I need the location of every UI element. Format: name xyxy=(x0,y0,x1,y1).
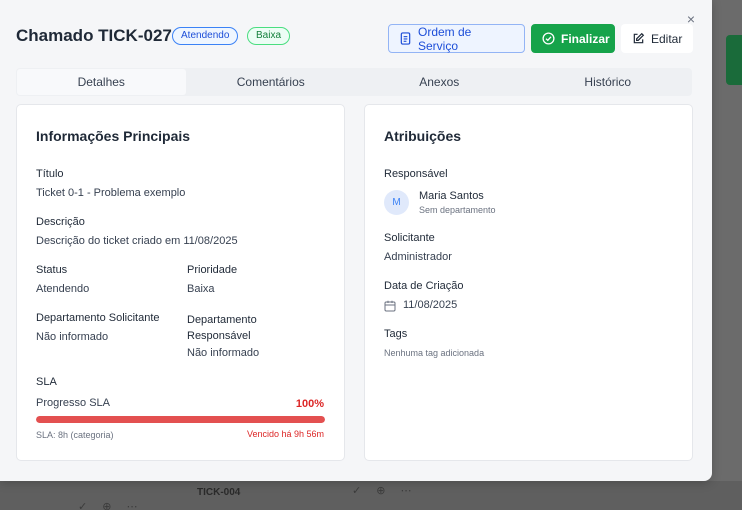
description-value: Descrição do ticket criado em 11/08/2025 xyxy=(36,235,238,247)
sla-category: SLA: 8h (categoria) xyxy=(36,430,114,440)
edit-label: Editar xyxy=(651,31,683,46)
service-order-button[interactable]: Ordem de Serviço xyxy=(388,24,525,53)
check-circle-icon xyxy=(542,32,555,45)
title-value: Ticket 0-1 - Problema exemplo xyxy=(36,187,186,199)
calendar-icon xyxy=(384,300,396,312)
sla-progress-label: Progresso SLA xyxy=(36,397,110,409)
background-row-actions: ✓ ⊕ ⋯ xyxy=(352,485,418,497)
priority-label: Prioridade xyxy=(187,264,238,276)
sla-progress-percent: 100% xyxy=(295,398,324,410)
priority-badge: Baixa xyxy=(247,27,291,45)
priority-value: Baixa xyxy=(187,283,215,295)
created-date-value: 11/08/2025 xyxy=(403,299,458,311)
created-date-label: Data de Criação xyxy=(384,280,464,292)
document-icon xyxy=(400,32,411,45)
requester-value: Administrador xyxy=(384,251,452,263)
edit-button[interactable]: Editar xyxy=(621,24,693,53)
responsible-name: Maria Santos xyxy=(419,190,484,202)
requesting-dept-value: Não informado xyxy=(36,331,109,343)
status-badge: Atendendo xyxy=(172,27,239,45)
tab-attachments[interactable]: Anexos xyxy=(355,68,524,96)
assignments-heading: Atribuições xyxy=(384,128,462,144)
background-row-actions-2: ✓ ⊕ ⋯ xyxy=(78,501,144,510)
tags-empty-text: Nenhuma tag adicionada xyxy=(384,348,485,358)
finish-button[interactable]: Finalizar xyxy=(531,24,615,53)
service-order-label: Ordem de Serviço xyxy=(418,24,472,53)
responsible-dept-label: Departamento Responsável xyxy=(187,314,257,342)
sla-progress-fill xyxy=(36,416,325,423)
tags-label: Tags xyxy=(384,328,408,340)
sla-overdue: Vencido há 9h 56m xyxy=(246,429,324,439)
modal-title: Chamado TICK-027 xyxy=(16,26,172,45)
tab-history[interactable]: Histórico xyxy=(524,68,693,96)
main-info-heading: Informações Principais xyxy=(36,128,191,144)
status-label: Status xyxy=(36,264,68,276)
responsible-department: Sem departamento xyxy=(419,205,496,215)
assignments-card: Atribuições Responsável M Maria Santos S… xyxy=(364,104,693,461)
sla-label: SLA xyxy=(36,376,57,388)
tab-comments[interactable]: Comentários xyxy=(187,68,356,96)
tab-bar: Detalhes Comentários Anexos Histórico xyxy=(16,68,692,96)
responsible-label: Responsável xyxy=(384,168,448,180)
requester-label: Solicitante xyxy=(384,232,435,244)
main-info-card: Informações Principais Título Ticket 0-1… xyxy=(16,104,345,461)
background-button xyxy=(726,35,742,85)
status-value: Atendendo xyxy=(36,283,90,295)
finish-label: Finalizar xyxy=(561,31,610,46)
ticket-modal: × Chamado TICK-027 Atendendo Baixa Ordem… xyxy=(0,0,712,481)
background-ticket-id: TICK-004 xyxy=(197,487,241,498)
responsible-dept-value: Não informado xyxy=(187,347,260,359)
requesting-dept-label: Departamento Solicitante xyxy=(36,312,160,324)
title-label: Título xyxy=(36,168,64,180)
sla-progress-bar xyxy=(36,416,325,423)
avatar: M xyxy=(384,190,409,215)
description-label: Descrição xyxy=(36,216,85,228)
edit-icon xyxy=(633,32,645,44)
tab-details[interactable]: Detalhes xyxy=(17,69,186,95)
